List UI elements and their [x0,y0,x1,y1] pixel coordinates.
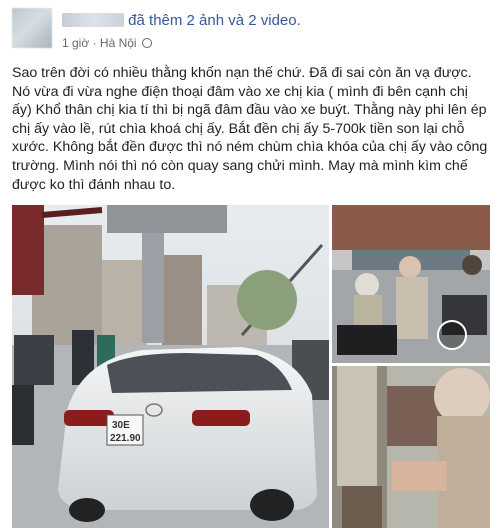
street-scene-video-1 [332,205,490,363]
post-header: đã thêm 2 ảnh và 2 video. 1 giờ · Hà Nội [10,6,490,58]
play-icon[interactable] [437,320,467,350]
street-car-scene: 30E 221.90 [12,205,329,528]
post-time[interactable]: 1 giờ [62,36,89,50]
post-title-line: đã thêm 2 ảnh và 2 video. [62,12,301,29]
plate-line-2: 221.90 [110,433,141,444]
post-meta: 1 giờ · Hà Nội [62,36,152,50]
plate-line-1: 30E [112,420,130,431]
post-body: Sao trên đời có nhiều thằng khốn nạn thế… [12,65,488,193]
author-name-blurred[interactable] [62,13,124,27]
post-location[interactable]: Hà Nội [100,36,137,50]
avatar[interactable] [12,8,52,48]
globe-icon [141,38,152,48]
post-action-text[interactable]: đã thêm 2 ảnh và 2 video. [128,12,301,29]
photo-main[interactable]: 30E 221.90 [12,205,329,528]
video-thumbnail-1[interactable] [332,205,490,363]
meta-separator: · [92,36,97,50]
video-thumbnail-2[interactable] [332,366,490,528]
street-scene-video-2 [332,366,490,528]
